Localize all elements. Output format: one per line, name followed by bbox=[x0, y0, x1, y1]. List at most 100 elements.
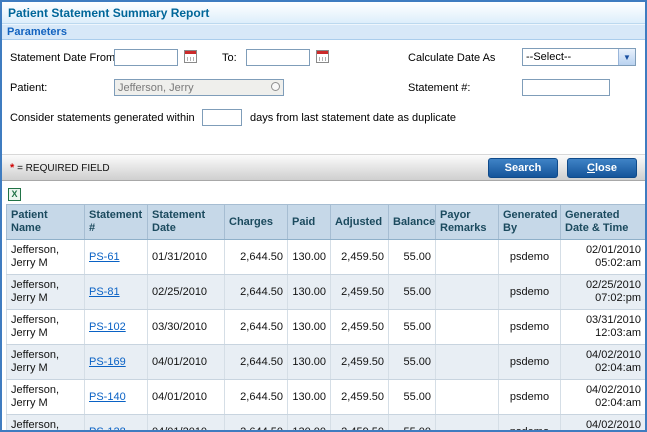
statement-date-to-input[interactable] bbox=[246, 49, 310, 66]
cell-charges: 2,644.50 bbox=[225, 345, 288, 380]
cell-statement-date: 01/31/2010 bbox=[148, 240, 225, 275]
cell-balance: 55.00 bbox=[389, 310, 436, 345]
statement-table-body: Jefferson, Jerry M PS-61 01/31/2010 2,64… bbox=[7, 240, 646, 432]
cell-balance: 55.00 bbox=[389, 380, 436, 415]
cell-generated-datetime: 04/02/2010 02:04:am bbox=[561, 380, 646, 415]
close-button-label: Close bbox=[587, 162, 617, 174]
cell-paid: 130.00 bbox=[288, 275, 331, 310]
search-button-label: Search bbox=[505, 162, 542, 174]
cell-generated-by: psdemo bbox=[499, 240, 561, 275]
statement-link[interactable]: PS-128 bbox=[89, 426, 126, 432]
patient-input[interactable] bbox=[114, 79, 284, 96]
cell-adjusted: 2,459.50 bbox=[331, 240, 389, 275]
header-patient-name: Patient Name bbox=[7, 205, 85, 240]
statement-link[interactable]: PS-169 bbox=[89, 356, 126, 368]
cell-statement-date: 02/25/2010 bbox=[148, 275, 225, 310]
cell-balance: 55.00 bbox=[389, 275, 436, 310]
header-payor-remarks: Payor Remarks bbox=[436, 205, 499, 240]
header-balance: Balance bbox=[389, 205, 436, 240]
cell-charges: 2,644.50 bbox=[225, 275, 288, 310]
cell-patient-name: Jefferson, Jerry M bbox=[7, 275, 85, 310]
cell-charges: 2,644.50 bbox=[225, 380, 288, 415]
excel-export-icon[interactable]: X bbox=[8, 188, 21, 201]
close-button[interactable]: Close bbox=[567, 158, 637, 178]
statement-date-from-label: Statement Date From: bbox=[10, 52, 118, 64]
required-text: = REQUIRED FIELD bbox=[17, 163, 110, 174]
statement-link[interactable]: PS-61 bbox=[89, 251, 120, 263]
cell-balance: 55.00 bbox=[389, 240, 436, 275]
action-bar: * = REQUIRED FIELD Search Close bbox=[2, 154, 645, 181]
chevron-down-icon: ▼ bbox=[618, 49, 635, 65]
cell-statement-number: PS-128 bbox=[85, 415, 148, 432]
required-asterisk: * bbox=[10, 162, 14, 174]
report-window: Patient Statement Summary Report Paramet… bbox=[0, 0, 647, 432]
cell-payor-remarks bbox=[436, 275, 499, 310]
cell-statement-number: PS-61 bbox=[85, 240, 148, 275]
table-row: Jefferson, Jerry M PS-102 03/30/2010 2,6… bbox=[7, 310, 646, 345]
duplicate-days-prefix-label: Consider statements generated within bbox=[10, 112, 195, 124]
statement-number-label: Statement #: bbox=[408, 82, 470, 94]
cell-payor-remarks bbox=[436, 240, 499, 275]
cell-statement-number: PS-169 bbox=[85, 345, 148, 380]
statement-link[interactable]: PS-81 bbox=[89, 286, 120, 298]
cell-statement-date: 04/01/2010 bbox=[148, 345, 225, 380]
cell-generated-by: psdemo bbox=[499, 275, 561, 310]
spacer bbox=[2, 140, 645, 154]
cell-paid: 130.00 bbox=[288, 240, 331, 275]
calendar-icon[interactable] bbox=[316, 50, 329, 63]
calculate-date-as-select[interactable]: --Select-- ▼ bbox=[522, 48, 636, 66]
cell-patient-name: Jefferson, Jerry M bbox=[7, 240, 85, 275]
required-field-note: * = REQUIRED FIELD bbox=[10, 162, 479, 174]
cell-patient-name: Jefferson, Jerry M bbox=[7, 310, 85, 345]
cell-adjusted: 2,459.50 bbox=[331, 415, 389, 432]
statement-date-from-input[interactable] bbox=[114, 49, 178, 66]
cell-adjusted: 2,459.50 bbox=[331, 380, 389, 415]
header-paid: Paid bbox=[288, 205, 331, 240]
patient-lookup-icon[interactable] bbox=[271, 82, 280, 91]
cell-payor-remarks bbox=[436, 415, 499, 432]
patient-label: Patient: bbox=[10, 82, 47, 94]
cell-balance: 55.00 bbox=[389, 345, 436, 380]
statement-link[interactable]: PS-140 bbox=[89, 391, 126, 403]
title-bar: Patient Statement Summary Report bbox=[2, 2, 645, 24]
search-button[interactable]: Search bbox=[488, 158, 558, 178]
cell-paid: 130.00 bbox=[288, 345, 331, 380]
cell-adjusted: 2,459.50 bbox=[331, 310, 389, 345]
statement-number-input[interactable] bbox=[522, 79, 610, 96]
cell-patient-name: Jefferson, Jerry M bbox=[7, 345, 85, 380]
cell-generated-datetime: 03/31/2010 12:03:am bbox=[561, 310, 646, 345]
cell-generated-datetime: 02/25/2010 07:02:pm bbox=[561, 275, 646, 310]
header-generated-by: Generated By bbox=[499, 205, 561, 240]
table-header-row: Patient Name Statement # Statement Date … bbox=[7, 205, 646, 240]
cell-adjusted: 2,459.50 bbox=[331, 275, 389, 310]
cell-patient-name: Jefferson, Jerry M bbox=[7, 380, 85, 415]
cell-statement-number: PS-81 bbox=[85, 275, 148, 310]
duplicate-days-suffix-label: days from last statement date as duplica… bbox=[250, 112, 456, 124]
patient-field-wrap bbox=[114, 79, 284, 96]
header-charges: Charges bbox=[225, 205, 288, 240]
cell-statement-date: 04/01/2010 bbox=[148, 415, 225, 432]
cell-charges: 2,644.50 bbox=[225, 240, 288, 275]
parameters-form: Statement Date From: To: Calculate Date … bbox=[2, 40, 645, 140]
results-grid-wrap: Patient Name Statement # Statement Date … bbox=[2, 202, 645, 432]
cell-generated-by: psdemo bbox=[499, 345, 561, 380]
cell-charges: 2,644.50 bbox=[225, 310, 288, 345]
parameters-section-header: Parameters bbox=[2, 24, 645, 40]
cell-charges: 2,644.50 bbox=[225, 415, 288, 432]
header-statement-date: Statement Date bbox=[148, 205, 225, 240]
table-row: Jefferson, Jerry M PS-140 04/01/2010 2,6… bbox=[7, 380, 646, 415]
calculate-date-as-label: Calculate Date As bbox=[408, 52, 495, 64]
cell-paid: 130.00 bbox=[288, 310, 331, 345]
calendar-icon[interactable] bbox=[184, 50, 197, 63]
cell-statement-date: 04/01/2010 bbox=[148, 380, 225, 415]
statement-link[interactable]: PS-102 bbox=[89, 321, 126, 333]
table-row: Jefferson, Jerry M PS-128 04/01/2010 2,6… bbox=[7, 415, 646, 432]
cell-generated-by: psdemo bbox=[499, 415, 561, 432]
page-title: Patient Statement Summary Report bbox=[8, 6, 209, 20]
cell-payor-remarks bbox=[436, 345, 499, 380]
cell-generated-datetime: 02/01/2010 05:02:am bbox=[561, 240, 646, 275]
table-row: Jefferson, Jerry M PS-81 02/25/2010 2,64… bbox=[7, 275, 646, 310]
header-generated-datetime: Generated Date & Time bbox=[561, 205, 646, 240]
cell-statement-number: PS-102 bbox=[85, 310, 148, 345]
duplicate-days-input[interactable] bbox=[202, 109, 242, 126]
